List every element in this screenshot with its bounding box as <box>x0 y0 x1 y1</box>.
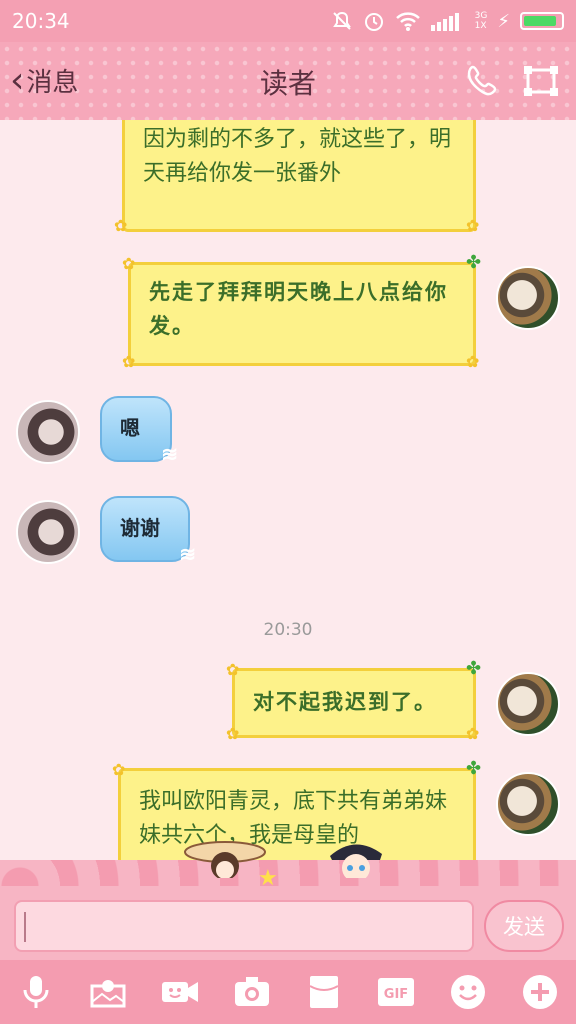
input-area: ★ 发送 <box>0 841 576 960</box>
camera-icon <box>235 977 269 1006</box>
star-decoration-icon: ✿ <box>114 216 128 235</box>
charging-icon: ⚡ <box>497 10 510 32</box>
message-bubble-received[interactable]: 谢谢 ≋ <box>100 496 196 566</box>
message-input[interactable] <box>14 900 474 952</box>
message-bubble-sent[interactable]: 对不起我迟到了。 <box>232 668 476 738</box>
envelope-icon <box>309 976 339 1008</box>
message-text: 嗯 <box>120 416 140 440</box>
profile-menu-icon[interactable] <box>522 62 560 100</box>
mute-icon <box>332 11 351 30</box>
message-bubble-sent[interactable]: 我叫欧阳青灵，底下共有弟弟妹妹共六个，我是母皇的 <box>118 768 476 860</box>
star-decoration-icon: ✿ <box>466 216 480 235</box>
image-icon <box>90 980 126 1008</box>
status-icons: 3G 1X ⚡ <box>331 10 564 32</box>
video-camera-icon <box>162 982 198 1002</box>
phone-icon[interactable] <box>464 62 502 100</box>
status-bar: 20:34 3G 1X ⚡ <box>0 0 576 42</box>
contact-avatar[interactable] <box>16 400 80 464</box>
my-avatar[interactable] <box>496 266 560 330</box>
battery-icon <box>520 12 564 30</box>
leaf-decoration-icon: ✤ <box>466 758 482 779</box>
network-type-bottom: 1X <box>474 21 487 31</box>
plus-icon <box>523 975 557 1009</box>
smiley-icon <box>451 975 485 1009</box>
message-bubble-sent[interactable]: 因为剩的不多了，就这些了，明天再给你发一张番外 <box>122 120 476 232</box>
more-button[interactable] <box>518 970 562 1014</box>
message-bubble-received[interactable]: 嗯 ≋ <box>100 396 178 466</box>
message-bubble-sent[interactable]: 先走了拜拜明天晚上八点给你发。 <box>128 262 476 366</box>
emoji-button[interactable] <box>446 970 490 1014</box>
microphone-icon <box>23 976 49 1008</box>
my-avatar[interactable] <box>496 772 560 836</box>
wave-decoration-icon: ≋ <box>179 542 196 566</box>
star-decoration-icon: ✿ <box>466 724 480 743</box>
status-time: 20:34 <box>12 9 70 33</box>
gif-button[interactable]: GIF <box>374 970 418 1014</box>
message-text: 因为剩的不多了，就这些了，明天再给你发一张番外 <box>143 127 452 186</box>
wifi-icon <box>395 12 420 31</box>
voice-button[interactable] <box>14 970 58 1014</box>
message-text: 对不起我迟到了。 <box>253 689 437 714</box>
toolbar: GIF <box>0 960 576 1024</box>
nav-bar: ‹ 消息 读者 <box>0 42 576 120</box>
leaf-decoration-icon: ✤ <box>466 252 482 273</box>
red-packet-button[interactable] <box>302 970 346 1014</box>
svg-text:GIF: GIF <box>384 987 408 1002</box>
message-text: 谢谢 <box>120 516 160 540</box>
video-button[interactable] <box>158 970 202 1014</box>
alarm-icon <box>364 13 383 31</box>
text-caret <box>24 912 26 942</box>
star-decoration-icon: ✿ <box>122 254 136 273</box>
message-timestamp: 20:30 <box>263 620 313 640</box>
leaf-decoration-icon: ✤ <box>466 658 482 679</box>
girl-character-decoration-icon <box>184 841 266 878</box>
star-decoration-icon: ✿ <box>122 352 136 371</box>
send-button[interactable]: 发送 <box>484 900 564 952</box>
camera-button[interactable] <box>230 970 274 1014</box>
star-decoration-icon: ✿ <box>226 660 240 679</box>
star-decoration-icon: ✿ <box>112 760 126 779</box>
signal-icon <box>430 13 459 31</box>
boy-character-decoration-icon <box>330 844 382 878</box>
my-avatar[interactable] <box>496 672 560 736</box>
star-icon: ★ <box>258 866 278 891</box>
network-type-top: 3G <box>474 11 488 21</box>
star-decoration-icon: ✿ <box>466 352 480 371</box>
wave-decoration-icon: ≋ <box>161 442 178 466</box>
star-decoration-icon: ✿ <box>226 724 240 743</box>
contact-avatar[interactable] <box>16 500 80 564</box>
message-text: 先走了拜拜明天晚上八点给你发。 <box>149 279 448 338</box>
photo-button[interactable] <box>86 970 130 1014</box>
gif-icon: GIF <box>378 978 414 1006</box>
chat-area[interactable]: 因为剩的不多了，就这些了，明天再给你发一张番外 ✿ ✿ 先走了拜拜明天晚上八点给… <box>0 120 576 860</box>
